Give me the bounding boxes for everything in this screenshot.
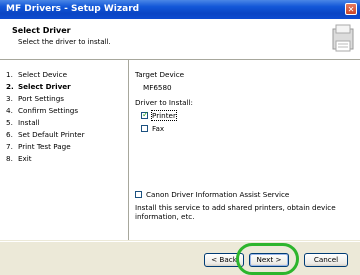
window-title: MF Drivers - Setup Wizard [6,4,140,14]
step-confirm-settings: 4. Confirm Settings [6,106,78,115]
step-number: 4. [6,106,13,115]
step-number: 6. [6,130,13,139]
assist-service-label[interactable]: Canon Driver Information Assist Service [146,190,289,199]
printer-checkbox[interactable] [141,110,149,119]
step-set-default-printer: 6. Set Default Printer [6,130,85,139]
step-number: 5. [6,118,13,127]
next-button-highlight-circle [236,243,299,275]
step-label: Set Default Printer [18,130,85,139]
fax-checkbox-label[interactable]: Fax [152,124,164,133]
step-label: Install [18,118,40,127]
step-label: Exit [18,154,32,163]
assist-service-checkbox[interactable] [135,191,142,198]
button-bar: < Back Next > Cancel [0,241,360,275]
wizard-header: Select Driver Select the driver to insta… [0,19,360,60]
step-select-driver: 2. Select Driver [6,82,71,91]
step-label: Select Driver [18,82,71,91]
page-title: Select Driver [12,26,71,35]
step-print-test-page: 7. Print Test Page [6,142,71,151]
step-port-settings: 3. Port Settings [6,94,64,103]
step-number: 1. [6,70,13,79]
printer-checkbox-label[interactable]: Printer [151,110,177,121]
driver-options-panel: Target Device MF6580 Driver to Install: … [129,60,360,240]
step-number: 3. [6,94,13,103]
step-select-device: 1. Select Device [6,70,67,79]
page-subtitle: Select the driver to install. [18,38,111,46]
assist-service-description-2: information, etc. [135,212,195,221]
step-number: 7. [6,142,13,151]
step-install: 5. Install [6,118,40,127]
step-number: 2. [6,82,14,91]
title-bar: MF Drivers - Setup Wizard ✕ [0,0,360,19]
setup-wizard-window: MF Drivers - Setup Wizard ✕ Select Drive… [0,0,360,275]
step-number: 8. [6,154,13,163]
step-label: Select Device [18,70,68,79]
target-device-label: Target Device [135,70,185,79]
assist-service-description: Install this service to add shared print… [135,203,336,212]
step-label: Confirm Settings [18,106,79,115]
fax-checkbox[interactable] [141,125,148,132]
step-label: Print Test Page [18,142,71,151]
driver-to-install-label: Driver to Install: [135,98,193,107]
printer-graphic-icon [332,24,354,52]
target-device-value: MF6580 [143,83,172,92]
cancel-button[interactable]: Cancel [304,253,348,267]
step-label: Port Settings [18,94,65,103]
close-icon[interactable]: ✕ [345,3,357,15]
step-exit: 8. Exit [6,154,32,163]
steps-list: 1. Select Device 2. Select Driver 3. Port S… [0,60,129,240]
